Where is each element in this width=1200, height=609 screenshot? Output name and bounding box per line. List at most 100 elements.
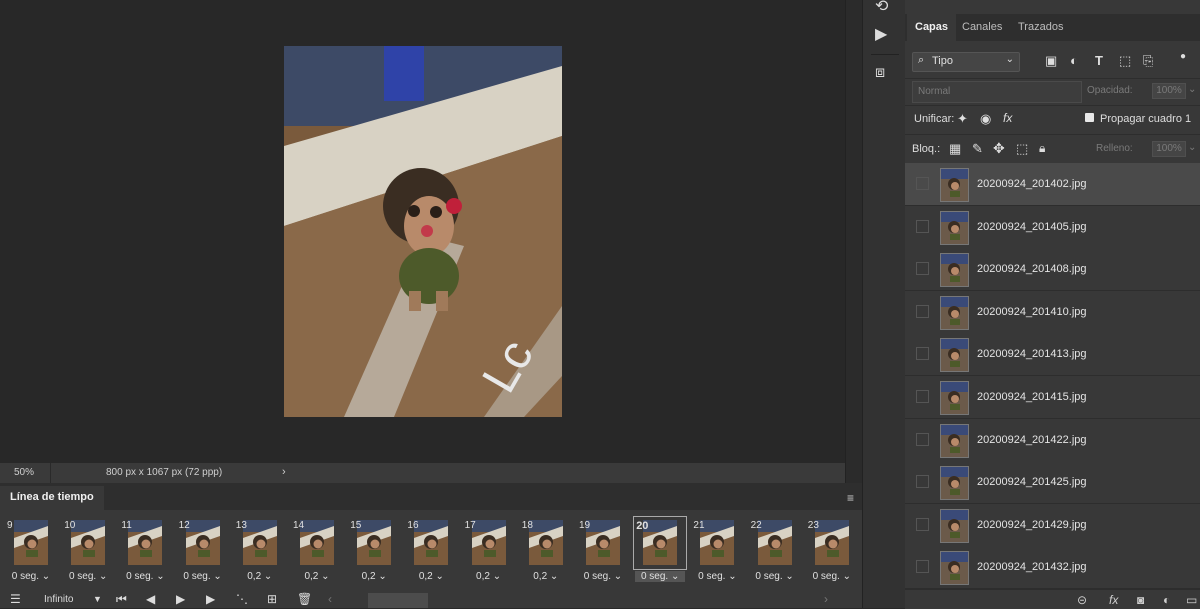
layer-visibility-toggle[interactable] [916, 517, 929, 531]
timeline-frame[interactable]: 10 0 seg. ⌄ [61, 516, 115, 587]
layer-visibility-toggle[interactable] [916, 304, 929, 318]
layer-visibility-toggle[interactable] [916, 560, 929, 574]
tab-capas[interactable]: Capas [907, 14, 957, 41]
fill-dropdown-icon[interactable]: ⌄ [1188, 142, 1196, 153]
tab-trazados[interactable]: Trazados [1010, 14, 1071, 41]
lock-position-icon[interactable]: ✥ [993, 140, 1005, 157]
convert-timeline-icon[interactable]: ☰ [10, 592, 21, 606]
history-icon[interactable]: ⟲ [875, 0, 888, 16]
3d-cube-icon[interactable]: ⧈ [875, 64, 885, 82]
unify-position-icon[interactable]: ✦ [957, 111, 968, 127]
tab-canales[interactable]: Canales [954, 14, 1010, 41]
link-layers-icon[interactable]: ⊝ [1077, 593, 1087, 607]
timeline-frame[interactable]: 23 0 seg. ⌄ [805, 516, 859, 587]
filter-adjustment-icon[interactable]: ◐ [1070, 53, 1078, 68]
propagate-checkbox[interactable] [1085, 113, 1094, 122]
loop-dropdown-icon[interactable]: ▼ [93, 594, 102, 604]
previous-frame-icon[interactable]: ◀ [146, 592, 155, 606]
frame-delay-select[interactable]: 0,2 ⌄ [406, 571, 456, 582]
next-frame-icon[interactable]: ▶ [206, 592, 215, 606]
timeline-frame[interactable]: 18 0,2 ⌄ [519, 516, 573, 587]
layer-visibility-toggle[interactable] [916, 262, 929, 276]
frame-delay-select[interactable]: 0 seg. ⌄ [578, 571, 628, 582]
layer-visibility-toggle[interactable] [916, 219, 929, 233]
timeline-frame[interactable]: 21 0 seg. ⌄ [690, 516, 744, 587]
layer-visibility-toggle[interactable] [916, 347, 929, 361]
unify-visibility-icon[interactable]: ◉ [980, 111, 991, 127]
filter-type-icon[interactable]: T [1095, 53, 1103, 68]
frame-delay-select[interactable]: 0 seg. ⌄ [635, 571, 686, 582]
timeline-frame[interactable]: 17 0,2 ⌄ [462, 516, 516, 587]
timeline-frame[interactable]: 16 0,2 ⌄ [404, 516, 458, 587]
layer-row[interactable]: 20200924_201405.jpg [905, 205, 1200, 249]
frame-delay-select[interactable]: 0 seg. ⌄ [807, 571, 857, 582]
layer-row[interactable]: 20200924_201408.jpg [905, 248, 1200, 292]
opacity-dropdown-icon[interactable]: ⌄ [1188, 84, 1196, 95]
timeline-frame[interactable]: 12 0 seg. ⌄ [176, 516, 230, 587]
lock-all-icon[interactable]: 🔒︎ [1039, 141, 1045, 156]
unify-style-icon[interactable]: fx [1003, 111, 1012, 125]
layer-row[interactable]: 20200924_201402.jpg [905, 163, 1200, 206]
scroll-right-icon[interactable]: › [824, 592, 828, 606]
frame-delay-select[interactable]: 0,2 ⌄ [521, 571, 571, 582]
fill-field[interactable]: 100% [1152, 141, 1186, 157]
first-frame-icon[interactable]: ⏮ [116, 592, 127, 607]
filter-pixel-icon[interactable]: ▣ [1045, 53, 1057, 69]
scroll-left-icon[interactable]: ‹ [328, 592, 332, 606]
filter-smart-object-icon[interactable]: ⎘ [1143, 53, 1153, 69]
frame-delay-select[interactable]: 0 seg. ⌄ [750, 571, 800, 582]
frame-delay-select[interactable]: 0,2 ⌄ [235, 571, 285, 582]
play-icon[interactable]: ▶ [176, 592, 185, 606]
layer-row[interactable]: 20200924_201413.jpg [905, 333, 1200, 377]
timeline-frame[interactable]: 13 0,2 ⌄ [233, 516, 287, 587]
filter-toggle-icon[interactable]: ● [1180, 51, 1186, 62]
zoom-level[interactable]: 50% [14, 467, 34, 478]
document-image[interactable]: Lc [284, 46, 562, 417]
blend-mode-select[interactable]: Normal [912, 81, 1082, 103]
layer-mask-icon[interactable]: ◙ [1137, 593, 1144, 607]
duplicate-frame-icon[interactable]: ⊞ [267, 592, 277, 606]
timeline-frame[interactable]: 20 0 seg. ⌄ [633, 516, 688, 587]
layer-visibility-toggle[interactable] [916, 390, 929, 403]
layer-style-icon[interactable]: fx [1109, 593, 1118, 607]
timeline-scrollbar-thumb[interactable] [368, 593, 428, 608]
adjustment-layer-icon[interactable]: ◐ [1163, 593, 1170, 607]
document-canvas[interactable]: Lc [0, 0, 845, 463]
layer-row[interactable]: 20200924_201425.jpg [905, 461, 1200, 505]
lock-image-icon[interactable]: ✎ [972, 141, 983, 157]
frame-delay-select[interactable]: 0 seg. ⌄ [178, 571, 228, 582]
frame-delay-select[interactable]: 0 seg. ⌄ [692, 571, 742, 582]
delete-frame-icon[interactable]: 🗑︎ [297, 592, 312, 606]
timeline-frame[interactable]: 11 0 seg. ⌄ [118, 516, 172, 587]
filter-shape-icon[interactable]: ⬚ [1119, 53, 1131, 69]
status-expand-arrow[interactable]: › [282, 466, 286, 478]
layer-row[interactable]: 20200924_201415.jpg [905, 376, 1200, 419]
play-actions-icon[interactable]: ▶ [875, 24, 887, 44]
timeline-frame[interactable]: 15 0,2 ⌄ [347, 516, 401, 587]
frame-delay-select[interactable]: 0,2 ⌄ [464, 571, 514, 582]
layer-row[interactable]: 20200924_201422.jpg [905, 418, 1200, 462]
loop-options-select[interactable]: Infinito [44, 594, 73, 605]
timeline-frame[interactable]: 14 0,2 ⌄ [290, 516, 344, 587]
frame-delay-select[interactable]: 0,2 ⌄ [292, 571, 342, 582]
lock-artboard-icon[interactable]: ⬚ [1016, 141, 1028, 157]
layer-row[interactable]: 20200924_201432.jpg [905, 546, 1200, 590]
layer-visibility-toggle[interactable] [916, 432, 929, 446]
frame-delay-select[interactable]: 0 seg. ⌄ [6, 571, 56, 582]
new-group-icon[interactable]: ▭ [1186, 593, 1197, 607]
filter-type-select[interactable]: ⌕ Tipo ⌄ [912, 52, 1020, 72]
frame-delay-select[interactable]: 0 seg. ⌄ [120, 571, 170, 582]
layer-row[interactable]: 20200924_201429.jpg [905, 503, 1200, 547]
layer-visibility-toggle[interactable] [916, 475, 929, 489]
canvas-vertical-scrollbar[interactable] [845, 0, 863, 483]
timeline-frame[interactable]: 9 0 seg. ⌄ [4, 516, 58, 587]
lock-transparency-icon[interactable]: ▦ [949, 141, 961, 157]
timeline-frame[interactable]: 19 0 seg. ⌄ [576, 516, 630, 587]
frame-delay-select[interactable]: 0 seg. ⌄ [63, 571, 113, 582]
layer-row[interactable]: 20200924_201410.jpg [905, 290, 1200, 334]
layer-visibility-toggle[interactable] [916, 177, 929, 190]
tween-icon[interactable]: ⋱ [236, 592, 248, 606]
frame-delay-select[interactable]: 0,2 ⌄ [349, 571, 399, 582]
timeline-frame[interactable]: 22 0 seg. ⌄ [748, 516, 802, 587]
opacity-field[interactable]: 100% [1152, 83, 1186, 99]
